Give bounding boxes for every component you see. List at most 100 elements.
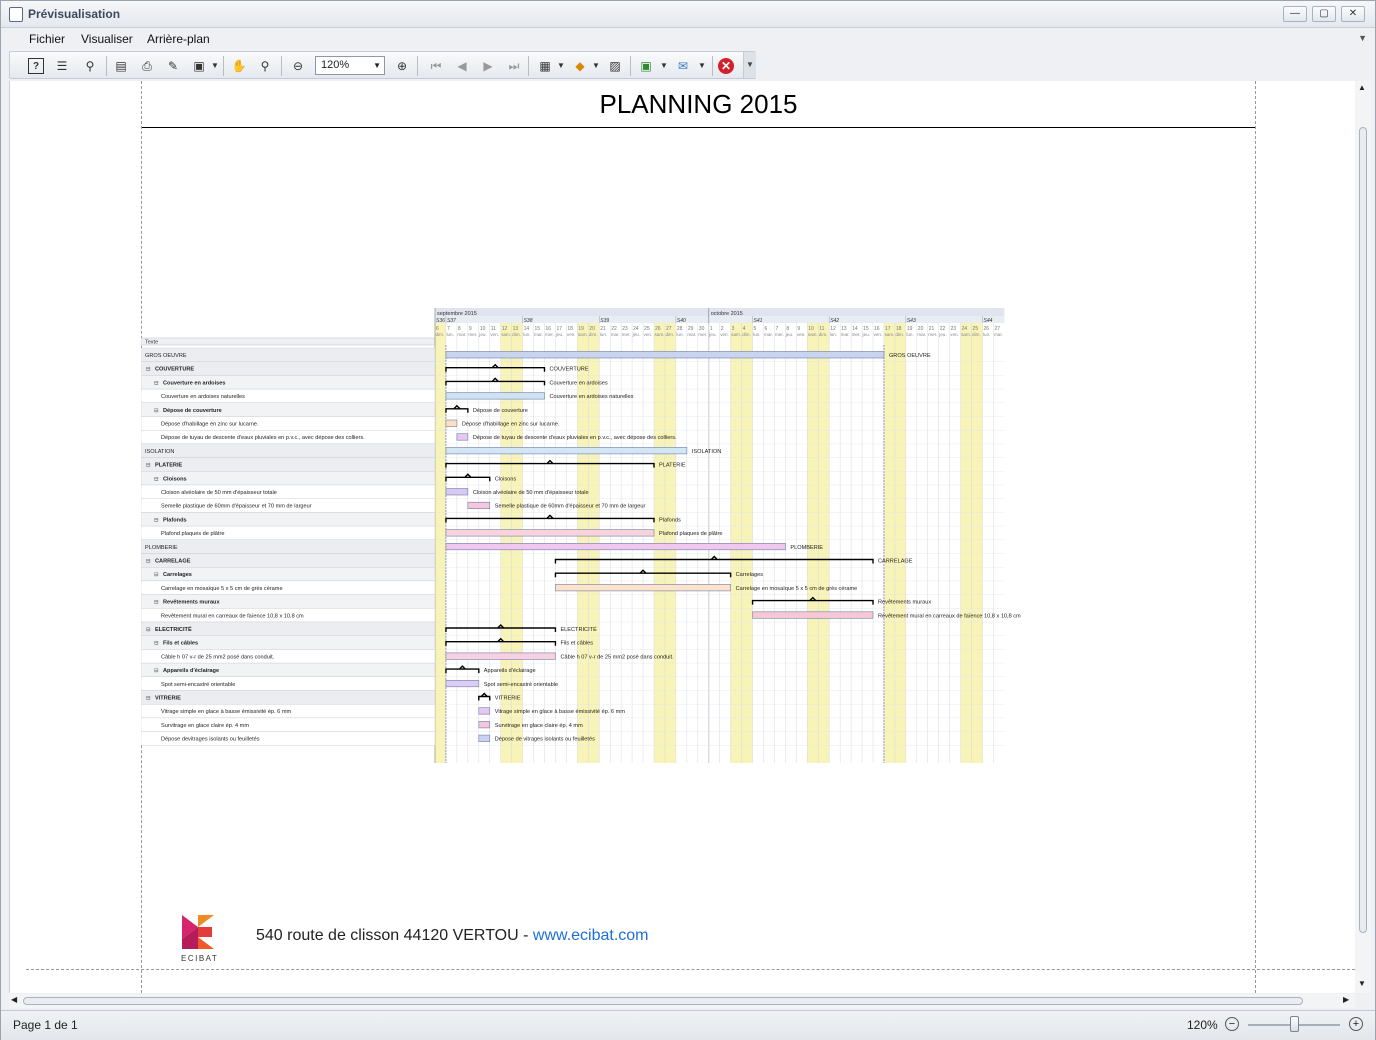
magnifier-icon[interactable]: ⚲	[257, 58, 273, 74]
document-title: PLANNING 2015	[599, 89, 798, 119]
previous-page-icon[interactable]: ◀	[454, 58, 470, 74]
chevron-down-icon[interactable]: ▼	[373, 57, 381, 74]
task-bar-label: CARRELAGE	[878, 559, 913, 565]
help-icon[interactable]: ?	[28, 58, 44, 74]
zoom-out-icon[interactable]: ⊖	[290, 58, 306, 74]
weekend-column	[960, 316, 972, 763]
export-document-icon[interactable]: ▣	[638, 58, 654, 74]
task-label: Câble h 07 v-r de 25 mm2 posé dans condu…	[161, 654, 275, 660]
task-row	[141, 690, 436, 705]
zoom-in-button[interactable]: +	[1349, 1017, 1363, 1031]
quick-print-icon[interactable]: ✎	[165, 58, 181, 74]
day-name: sam.	[501, 332, 511, 337]
menu-overflow-icon[interactable]: ▼	[1358, 33, 1367, 43]
scroll-right-icon[interactable]: ▶	[1343, 995, 1349, 1004]
expand-icon: ⊟	[154, 641, 159, 647]
find-icon[interactable]: ⚲	[82, 58, 98, 74]
day-name: sam.	[808, 332, 818, 337]
task-bar-label: COUVERTURE	[550, 367, 589, 373]
export-dropdown-icon[interactable]: ▼	[207, 58, 223, 74]
footer-link[interactable]: www.ecibat.com	[533, 927, 649, 944]
minimize-button[interactable]: —	[1283, 6, 1307, 22]
document-map-icon[interactable]: ☰	[54, 58, 70, 74]
day-name: lun.	[830, 332, 837, 337]
zoom-combobox[interactable]: 120% ▼	[315, 56, 385, 75]
task-bar-label: Couverture en ardoises	[550, 380, 608, 386]
expand-icon: ⊟	[146, 559, 151, 565]
menu-arriere-plan[interactable]: Arrière-plan	[147, 32, 210, 46]
day-name: mer.	[928, 332, 937, 337]
print-icon[interactable]: ⎙	[139, 58, 155, 74]
day-name: ven.	[950, 332, 959, 337]
task-bar-label: Revêtement mural en carreaux de faïence …	[878, 613, 1021, 619]
day-name: sam.	[884, 332, 894, 337]
week-label: S36	[436, 318, 445, 324]
task-label: Couverture en ardoises	[163, 380, 226, 386]
watermark-icon[interactable]: ▨	[607, 58, 623, 74]
toolbar-overflow-icon[interactable]: ▼	[743, 52, 756, 78]
maximize-button[interactable]: ▢	[1312, 6, 1336, 22]
day-name: ven.	[567, 332, 576, 337]
next-page-icon[interactable]: ▶	[480, 58, 496, 74]
background-color-icon[interactable]: ◆	[572, 58, 588, 74]
summary-bracket	[445, 363, 546, 372]
expand-icon: ⊟	[146, 627, 151, 633]
day-name: dim.	[895, 332, 904, 337]
task-bar-label: ISOLATION	[692, 449, 721, 455]
multiple-pages-dropdown-icon[interactable]: ▼	[553, 58, 569, 74]
task-bar-label: Carrelages	[736, 572, 764, 578]
task-label: Dépose d'habillage en zinc sur lucarne.	[161, 422, 259, 428]
week-label: S41	[754, 318, 763, 324]
scroll-left-icon[interactable]: ◀	[11, 995, 17, 1004]
day-name: lun.	[523, 332, 530, 337]
scroll-up-icon[interactable]: ▲	[1358, 83, 1366, 92]
zoom-out-button[interactable]: −	[1225, 1017, 1239, 1031]
task-bar-label: PLATERIE	[659, 463, 686, 469]
task-bar	[445, 679, 480, 688]
expand-icon: ⊟	[154, 476, 159, 482]
horizontal-scrollbar[interactable]: ◀ ▶	[9, 994, 1355, 1008]
vertical-scroll-thumb[interactable]	[1359, 127, 1367, 933]
export-icon[interactable]: ▣	[191, 58, 207, 74]
first-page-icon[interactable]: ⏮	[428, 58, 444, 74]
task-bar	[456, 433, 469, 441]
toolbar: ? ☰ ⚲ ▤ ⎙ ✎ ▣ ▼ ✋ ⚲ ⊖ 120% ▼ ⊕ ⏮ ◀ ▶ ⏭ ▦ …	[9, 51, 756, 79]
task-label: Carrelages	[163, 572, 192, 578]
day-name: dim.	[972, 332, 981, 337]
zoom-slider-thumb[interactable]	[1290, 1016, 1299, 1032]
horizontal-scroll-thumb[interactable]	[23, 997, 1303, 1005]
task-bar	[445, 351, 885, 359]
close-window-button[interactable]: ✕	[1341, 6, 1365, 22]
title-rule	[142, 127, 1255, 128]
hand-tool-icon[interactable]: ✋	[231, 58, 247, 74]
day-name: dim.	[512, 332, 521, 337]
last-page-icon[interactable]: ⏭	[506, 58, 522, 74]
zoom-in-icon[interactable]: ⊕	[394, 58, 410, 74]
expand-icon: ⊟	[154, 668, 159, 674]
send-email-dropdown-icon[interactable]: ▼	[694, 58, 710, 74]
footer-address: 540 route de clisson 44120 VERTOU - www.…	[256, 927, 649, 944]
task-row	[141, 443, 436, 458]
weekend-column	[818, 316, 830, 763]
summary-bracket	[445, 514, 655, 523]
vertical-scrollbar[interactable]: ▲ ▼	[1355, 81, 1371, 993]
day-name: mer.	[622, 332, 631, 337]
week-label: S44	[984, 318, 993, 324]
task-bar	[478, 721, 491, 729]
menu-fichier[interactable]: Fichier	[29, 32, 65, 46]
task-label: Dépose devitrages isolants ou feuilletés	[161, 737, 260, 743]
document-viewport[interactable]: PLANNING 2015 septembre 2015 octobre 2015…	[9, 81, 1361, 993]
close-preview-icon[interactable]: ✕	[718, 58, 734, 74]
send-email-icon[interactable]: ✉	[675, 58, 691, 74]
scroll-down-icon[interactable]: ▼	[1358, 979, 1366, 988]
menu-visualiser[interactable]: Visualiser	[81, 32, 133, 46]
export-document-dropdown-icon[interactable]: ▼	[656, 58, 672, 74]
status-bar: Page 1 de 1 120% − +	[1, 1010, 1375, 1040]
page-setup-icon[interactable]: ▤	[113, 58, 129, 74]
day-name: dim.	[436, 332, 445, 337]
weekend-column	[664, 316, 676, 763]
expand-icon: ⊟	[154, 408, 159, 414]
background-dropdown-icon[interactable]: ▼	[588, 58, 604, 74]
multiple-pages-icon[interactable]: ▦	[537, 58, 553, 74]
task-bar	[445, 543, 786, 551]
